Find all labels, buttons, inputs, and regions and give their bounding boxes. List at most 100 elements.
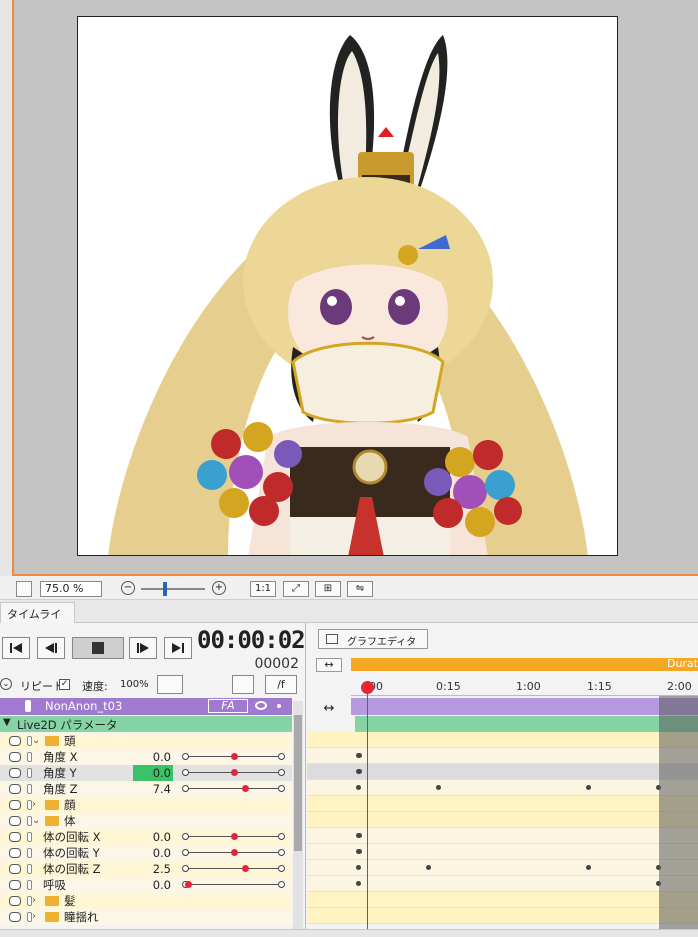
keyframe-dot[interactable] — [356, 881, 361, 886]
actual-size-button[interactable]: 1:1 — [250, 581, 276, 597]
fit-range-icon[interactable]: ↔ — [316, 658, 342, 672]
visibility-toggle-icon[interactable] — [9, 752, 21, 762]
keyframe-track[interactable] — [307, 732, 698, 748]
slider-value-dot[interactable] — [231, 753, 238, 760]
slider-value-dot[interactable] — [185, 881, 192, 888]
visibility-toggle-icon[interactable] — [9, 864, 21, 874]
canvas-viewport[interactable] — [0, 0, 698, 576]
keyframe-track[interactable] — [307, 812, 698, 828]
chevron-down-icon[interactable]: ⌄ — [32, 813, 40, 829]
keyframe-track[interactable] — [307, 828, 698, 844]
parameter-slider[interactable] — [182, 833, 285, 840]
frame-toggle-button[interactable] — [16, 581, 32, 597]
param-group[interactable]: ▼ Live2D パラメータ — [0, 716, 292, 732]
visibility-toggle-icon[interactable] — [9, 736, 21, 746]
parameter-row[interactable]: 体の回転 X 0.0 — [0, 829, 292, 845]
parameter-row[interactable]: 体の回転 Z 2.5 — [0, 861, 292, 877]
visibility-toggle-icon[interactable] — [9, 768, 21, 778]
chevron-down-icon[interactable]: ⌄ — [32, 733, 40, 749]
keyframe-pin-icon[interactable] — [232, 675, 254, 694]
lock-icon[interactable] — [27, 864, 32, 874]
parameter-slider[interactable] — [182, 769, 285, 776]
keyframe-track[interactable] — [307, 796, 698, 812]
visibility-toggle-icon[interactable] — [9, 896, 21, 906]
keyframe-dot[interactable] — [356, 785, 361, 790]
visibility-toggle-icon[interactable] — [9, 848, 21, 858]
zoom-input[interactable]: 75.0 % — [40, 581, 102, 597]
parameter-value[interactable]: 0.0 — [133, 829, 173, 845]
parameter-value[interactable]: 0.0 — [133, 845, 173, 861]
next-frame-button[interactable] — [129, 637, 157, 659]
parameter-row[interactable]: 呼吸 0.0 — [0, 877, 292, 893]
parameter-slider[interactable] — [182, 785, 285, 792]
keyframe-dot[interactable] — [357, 753, 362, 758]
lock-icon[interactable] — [27, 784, 32, 794]
keyframe-dot[interactable] — [357, 849, 362, 854]
slider-value-dot[interactable] — [242, 865, 250, 872]
go-to-start-button[interactable] — [2, 637, 30, 659]
folder-row[interactable]: ⌄ 体 — [0, 813, 292, 829]
model-canvas[interactable] — [77, 16, 618, 556]
slider-value-dot[interactable] — [231, 769, 238, 776]
duration-bar[interactable]: Durat — [351, 657, 698, 671]
parameter-value[interactable]: 0.0 — [133, 749, 173, 765]
keyframe-track[interactable] — [307, 908, 698, 924]
lock-icon[interactable] — [27, 880, 32, 890]
zoom-slider-thumb[interactable] — [163, 582, 167, 596]
previous-frame-button[interactable] — [37, 637, 65, 659]
fps-button[interactable]: /f — [265, 675, 297, 694]
model-track[interactable]: NonAnon_t03 FA — [0, 698, 292, 715]
keyframe-track[interactable] — [307, 748, 698, 764]
keyframe-dot[interactable] — [436, 785, 441, 790]
chevron-right-icon[interactable]: › — [32, 797, 36, 813]
slider-value-dot[interactable] — [231, 833, 238, 840]
lock-icon[interactable] — [27, 768, 32, 778]
folder-row[interactable]: › 髪 — [0, 893, 292, 909]
scrollbar-thumb[interactable] — [294, 715, 302, 851]
parameter-row[interactable]: 角度 Z 7.4 — [0, 781, 292, 797]
lock-icon[interactable] — [27, 848, 32, 858]
model-keyframe-track[interactable] — [351, 698, 698, 715]
zoom-out-icon[interactable]: − — [121, 581, 135, 595]
keyframe-dot[interactable] — [586, 865, 591, 870]
options-chevron-icon[interactable]: ⌄ — [0, 678, 12, 690]
keyframe-dot[interactable] — [357, 769, 362, 774]
visibility-eye-icon[interactable] — [255, 701, 267, 710]
keyframe-track[interactable] — [307, 892, 698, 908]
view-mode-icon[interactable] — [157, 675, 183, 694]
lock-icon[interactable] — [27, 752, 32, 762]
zoom-in-icon[interactable]: + — [212, 581, 226, 595]
keyframe-track[interactable] — [307, 764, 698, 780]
chevron-right-icon[interactable]: › — [32, 909, 36, 925]
model-badge[interactable]: FA — [208, 699, 248, 713]
keyframe-track[interactable] — [307, 844, 698, 860]
group-expand-icon[interactable]: ▼ — [3, 717, 11, 728]
keyframe-dot[interactable] — [586, 785, 591, 790]
speed-value[interactable]: 100% — [120, 679, 149, 690]
keyframe-dot[interactable] — [426, 865, 431, 870]
zoom-slider-track[interactable] — [141, 582, 205, 596]
folder-row[interactable]: › 瞳揺れ — [0, 909, 292, 925]
parameter-slider[interactable] — [182, 865, 285, 872]
tab-timeline[interactable]: タイムライン — [0, 602, 75, 637]
go-to-end-button[interactable] — [164, 637, 192, 659]
horizontal-scrollbar[interactable] — [0, 929, 698, 937]
parameter-slider[interactable] — [182, 881, 285, 888]
parameter-value[interactable]: 2.5 — [133, 861, 173, 877]
chevron-right-icon[interactable]: › — [32, 893, 36, 909]
keyframe-track[interactable] — [307, 876, 698, 892]
vertical-scrollbar[interactable] — [293, 701, 303, 933]
visibility-toggle-icon[interactable] — [9, 832, 21, 842]
folder-row[interactable]: ⌄ 頭 — [0, 733, 292, 749]
folder-row[interactable]: › 顔 — [0, 797, 292, 813]
group-keyframe-track[interactable] — [355, 716, 698, 732]
parameter-row[interactable]: 角度 Y 0.0 — [0, 765, 292, 781]
parameter-value[interactable]: 7.4 — [133, 781, 173, 797]
parameter-slider[interactable] — [182, 753, 285, 760]
parameter-value[interactable]: 0.0 — [133, 877, 173, 893]
parameter-value[interactable]: 0.0 — [133, 765, 173, 781]
graph-editor-button[interactable]: グラフエディタ — [318, 629, 428, 649]
slider-value-dot[interactable] — [242, 785, 250, 792]
visibility-toggle-icon[interactable] — [9, 816, 21, 826]
parameter-slider[interactable] — [182, 849, 285, 856]
